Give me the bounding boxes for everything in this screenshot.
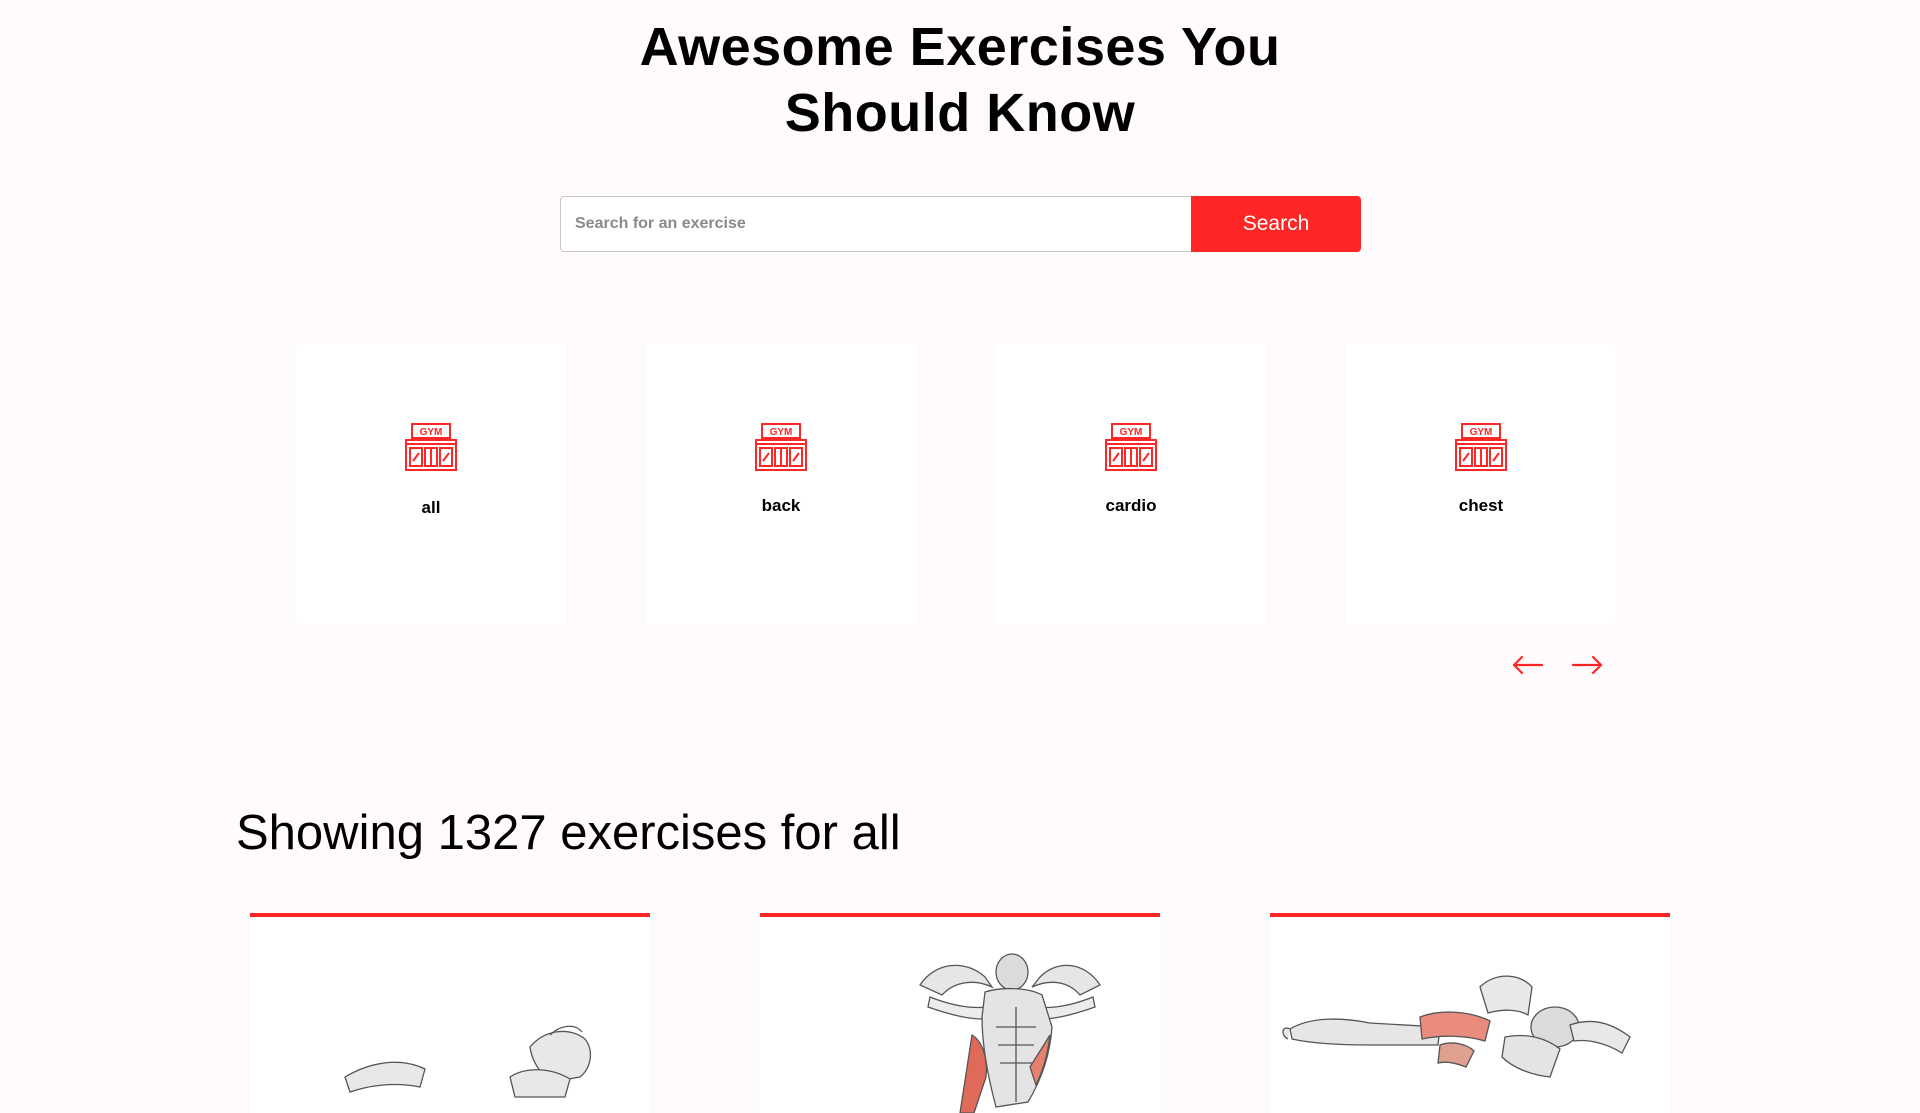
search-input[interactable] (560, 196, 1191, 252)
exercise-card[interactable] (250, 913, 650, 1113)
category-card-cardio[interactable]: GYM cardio (996, 344, 1266, 624)
gym-icon: GYM (1455, 423, 1507, 471)
page-title-line-2: Should Know (784, 83, 1136, 143)
exercise-illustration (1282, 975, 1631, 1078)
exercise-card[interactable] (1270, 913, 1670, 1113)
arrow-left-icon[interactable] (1511, 648, 1545, 682)
exercise-illustration (919, 953, 1101, 1113)
page-title: Awesome Exercises You Should Know (0, 14, 1920, 146)
svg-text:GYM: GYM (770, 427, 793, 438)
category-card-all[interactable]: GYM all (296, 344, 566, 624)
search-button[interactable]: Search (1191, 196, 1361, 252)
svg-text:GYM: GYM (1470, 427, 1493, 438)
svg-text:GYM: GYM (1120, 427, 1143, 438)
exercise-card[interactable] (760, 913, 1160, 1113)
results-heading: Showing 1327 exercises for all (236, 806, 901, 860)
category-label: all (421, 498, 441, 517)
gym-icon: GYM (1105, 423, 1157, 471)
search-bar: Search (560, 196, 1361, 252)
category-label: cardio (1105, 496, 1157, 515)
page-title-line-1: Awesome Exercises You (639, 17, 1281, 77)
category-label: back (761, 496, 801, 515)
exercise-illustration (344, 1025, 592, 1098)
category-label: chest (1458, 496, 1504, 515)
category-card-chest[interactable]: GYM chest (1346, 344, 1616, 624)
svg-text:GYM: GYM (420, 427, 443, 438)
category-card-back[interactable]: GYM back (646, 344, 916, 624)
gym-icon: GYM (755, 423, 807, 471)
gym-icon: GYM (405, 423, 457, 471)
arrow-right-icon[interactable] (1570, 648, 1604, 682)
